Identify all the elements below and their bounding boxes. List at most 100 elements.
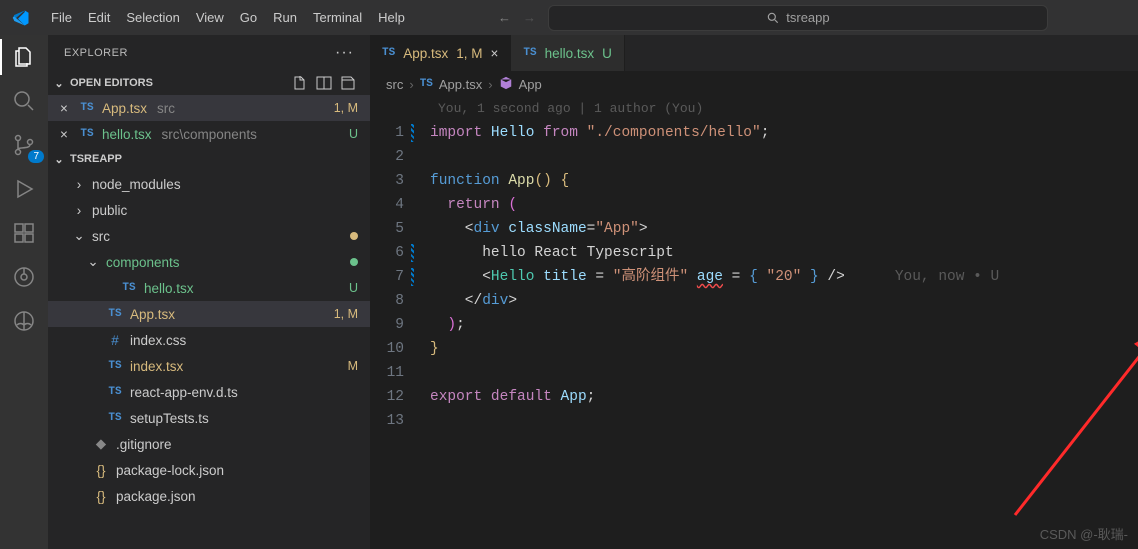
file-item[interactable]: TSreact-app-env.d.ts bbox=[48, 379, 370, 405]
line-number[interactable]: 8 bbox=[370, 289, 404, 313]
menu-file[interactable]: File bbox=[43, 6, 80, 29]
git-status: U bbox=[349, 281, 358, 295]
item-name: index.css bbox=[130, 333, 186, 348]
ts-icon: TS bbox=[106, 308, 124, 320]
json-icon: {} bbox=[92, 463, 110, 478]
file-path: src\components bbox=[162, 127, 257, 142]
file-tree: › node_modules ›public⌄src⌄componentsTShel… bbox=[48, 171, 370, 509]
sidebar-more-icon[interactable]: ··· bbox=[335, 44, 354, 62]
line-number[interactable]: 5 bbox=[370, 217, 404, 241]
activity-run-debug[interactable] bbox=[10, 175, 38, 203]
line-number[interactable]: 4 bbox=[370, 193, 404, 217]
breadcrumb-segment[interactable]: src bbox=[386, 77, 403, 92]
line-number[interactable]: 13 bbox=[370, 409, 404, 433]
menu-run[interactable]: Run bbox=[265, 6, 305, 29]
item-name: src bbox=[92, 229, 110, 244]
remote-icon bbox=[12, 309, 36, 333]
nav-back-icon[interactable]: ← bbox=[498, 10, 511, 25]
open-editor-item[interactable]: × TS hello.tsx src\components U bbox=[48, 121, 370, 147]
git-dot bbox=[350, 232, 358, 240]
file-item[interactable]: TSindex.tsxM bbox=[48, 353, 370, 379]
folder-item[interactable]: › node_modules bbox=[48, 171, 370, 197]
file-item[interactable]: TSsetupTests.ts bbox=[48, 405, 370, 431]
line-number[interactable]: 1 bbox=[370, 121, 404, 145]
file-path: src bbox=[157, 101, 175, 116]
activity-source-control[interactable]: 7 bbox=[10, 131, 38, 159]
breadcrumb[interactable]: src›TSApp.tsx›App bbox=[370, 71, 1138, 97]
inline-blame: You, now • U bbox=[895, 269, 999, 285]
file-item[interactable]: ◆.gitignore bbox=[48, 431, 370, 457]
new-file-icon[interactable] bbox=[292, 75, 308, 91]
ts-icon: TS bbox=[106, 360, 124, 372]
chevron-right-icon: › bbox=[72, 177, 86, 192]
menu-help[interactable]: Help bbox=[370, 6, 413, 29]
menu-go[interactable]: Go bbox=[232, 6, 265, 29]
search-icon bbox=[12, 89, 36, 113]
activitybar: 7 bbox=[0, 35, 48, 549]
ts-icon: TS bbox=[420, 78, 433, 90]
git-status: U bbox=[349, 127, 358, 141]
close-icon[interactable]: × bbox=[56, 127, 72, 142]
open-editors-header[interactable]: ⌄ OPEN EDITORS bbox=[48, 71, 370, 95]
nav-arrows: ← → bbox=[498, 10, 536, 25]
item-name: package.json bbox=[116, 489, 196, 504]
line-number[interactable]: 3 bbox=[370, 169, 404, 193]
file-item[interactable]: {} package.json bbox=[48, 483, 370, 509]
breadcrumb-segment[interactable]: App.tsx bbox=[439, 77, 482, 92]
symbol-icon bbox=[499, 76, 513, 93]
chevron-right-icon: › bbox=[72, 203, 86, 218]
editor-tab[interactable]: TS hello.tsx U bbox=[511, 35, 624, 71]
nav-forward-icon: → bbox=[523, 10, 536, 25]
folder-item[interactable]: ⌄src bbox=[48, 223, 370, 249]
chevron-down-icon: ⌄ bbox=[52, 77, 66, 90]
activity-gitlens[interactable] bbox=[10, 263, 38, 291]
save-all-icon[interactable] bbox=[340, 75, 356, 91]
sidebar: EXPLORER ··· ⌄ OPEN EDITORS × TS App.tsx… bbox=[48, 35, 370, 549]
item-name: package-lock.json bbox=[116, 463, 224, 478]
toggle-layout-icon[interactable] bbox=[316, 75, 332, 91]
activity-explorer[interactable] bbox=[10, 43, 38, 71]
project-header[interactable]: ⌄ TSREAPP bbox=[48, 147, 370, 171]
files-icon bbox=[12, 45, 36, 69]
breadcrumb-segment[interactable]: App bbox=[519, 77, 542, 92]
close-icon[interactable]: × bbox=[56, 101, 72, 116]
menu-edit[interactable]: Edit bbox=[80, 6, 118, 29]
watermark: CSDN @-耿瑞- bbox=[1040, 524, 1128, 543]
line-number[interactable]: 12 bbox=[370, 385, 404, 409]
gitlens-icon bbox=[12, 265, 36, 289]
file-item[interactable]: TSApp.tsx1, M bbox=[48, 301, 370, 327]
activity-extensions[interactable] bbox=[10, 219, 38, 247]
git-status: 1, M bbox=[334, 101, 358, 115]
line-number[interactable]: 9 bbox=[370, 313, 404, 337]
line-number[interactable]: 6 bbox=[370, 241, 404, 265]
line-gutter: 0 12345678910111213 bbox=[370, 97, 422, 549]
activity-search[interactable] bbox=[10, 87, 38, 115]
file-item[interactable]: #index.css bbox=[48, 327, 370, 353]
ts-icon: TS bbox=[106, 386, 124, 398]
menu-view[interactable]: View bbox=[188, 6, 232, 29]
activity-remote[interactable] bbox=[10, 307, 38, 335]
editor-tab[interactable]: TS App.tsx 1, M × bbox=[370, 35, 511, 71]
file-item[interactable]: TShello.tsxU bbox=[48, 275, 370, 301]
close-icon[interactable]: × bbox=[491, 46, 499, 61]
sidebar-header: EXPLORER ··· bbox=[48, 35, 370, 71]
ts-icon: TS bbox=[382, 47, 395, 59]
folder-item[interactable]: ›public bbox=[48, 197, 370, 223]
command-center-search[interactable]: tsreapp bbox=[548, 5, 1048, 31]
file-name: hello.tsx bbox=[102, 127, 152, 142]
line-number[interactable]: 7 bbox=[370, 265, 404, 289]
json-icon: {} bbox=[92, 489, 110, 504]
line-number[interactable]: 11 bbox=[370, 361, 404, 385]
vscode-logo bbox=[12, 9, 30, 27]
folder-item[interactable]: ⌄components bbox=[48, 249, 370, 275]
open-editor-item[interactable]: × TS App.tsx src 1, M bbox=[48, 95, 370, 121]
menu-terminal[interactable]: Terminal bbox=[305, 6, 370, 29]
line-number[interactable]: 10 bbox=[370, 337, 404, 361]
line-number[interactable]: 2 bbox=[370, 145, 404, 169]
search-icon bbox=[766, 11, 780, 25]
code-content[interactable]: You, 1 second ago | 1 author (You) impor… bbox=[422, 97, 999, 549]
ts-icon: TS bbox=[106, 412, 124, 424]
file-item[interactable]: {} package-lock.json bbox=[48, 457, 370, 483]
item-name: node_modules bbox=[92, 177, 181, 192]
menu-selection[interactable]: Selection bbox=[118, 6, 187, 29]
